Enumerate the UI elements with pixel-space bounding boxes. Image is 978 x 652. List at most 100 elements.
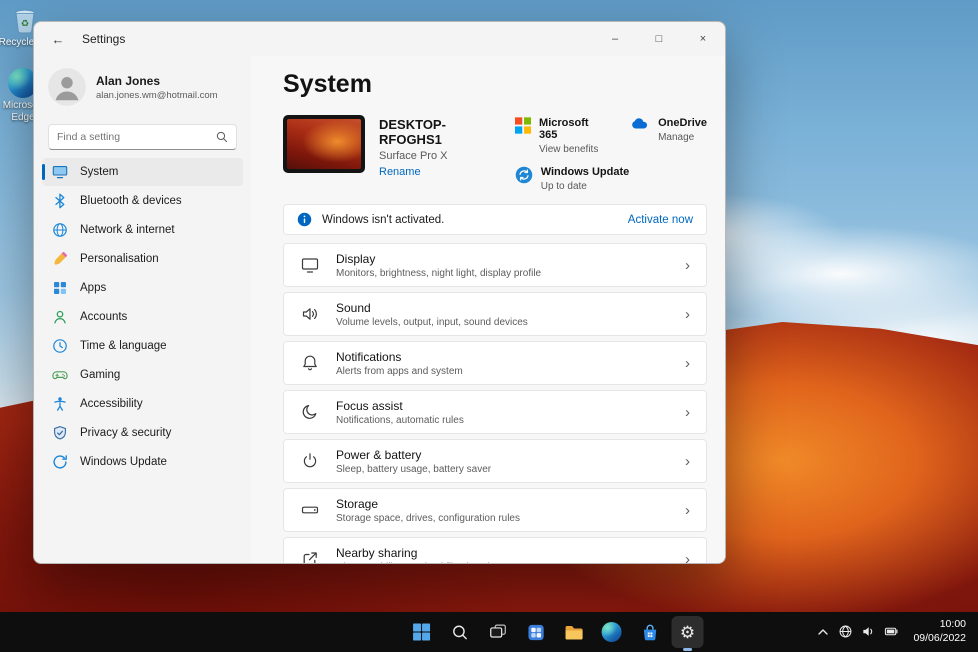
person-icon — [52, 309, 68, 325]
settings-row-display[interactable]: Display Monitors, brightness, night light… — [283, 243, 707, 287]
card-subtitle: Up to date — [540, 181, 587, 192]
task-view-button[interactable] — [482, 616, 514, 648]
row-title: Nearby sharing — [336, 545, 418, 560]
sidebar-item-label: Bluetooth & devices — [80, 195, 182, 207]
battery-icon[interactable] — [884, 624, 900, 640]
activate-now-link[interactable]: Activate now — [628, 214, 693, 226]
row-title: Sound — [336, 300, 371, 315]
search-button[interactable] — [444, 616, 476, 648]
microsoft-365-card[interactable]: Microsoft 365 View benefits — [514, 117, 607, 155]
taskbar: ⚙ 10:00 09/06/2022 — [0, 612, 978, 652]
clock-icon — [52, 338, 68, 354]
task-view-icon — [489, 623, 506, 638]
sidebar-item-privacy-security[interactable]: Privacy & security — [42, 419, 243, 447]
card-title: Microsoft 365 — [539, 117, 589, 141]
user-email: alan.jones.wm@hotmail.com — [96, 89, 218, 101]
sidebar-item-bluetooth-devices[interactable]: Bluetooth & devices — [42, 187, 243, 215]
row-subtitle: Discoverability, received files location — [336, 562, 501, 564]
main-content: System DESKTOP-RFOGHS1 Surface Pro X Ren… — [251, 56, 725, 563]
sidebar-item-label: Gaming — [80, 369, 121, 381]
sidebar-item-system[interactable]: System — [42, 158, 243, 186]
page-title: System — [283, 70, 372, 98]
settings-button[interactable]: ⚙ — [671, 616, 704, 648]
sidebar-item-time-language[interactable]: Time & language — [42, 332, 243, 360]
sidebar-item-label: Time & language — [80, 340, 167, 352]
start-button[interactable] — [406, 616, 438, 648]
user-profile[interactable]: Alan Jones alan.jones.wm@hotmail.com — [34, 58, 251, 118]
settings-row-focus-assist[interactable]: Focus assist Notifications, automatic rul… — [283, 390, 707, 434]
settings-window: ← Settings – □ × Alan Jones alan.jones.w… — [33, 21, 726, 564]
folder-icon — [565, 626, 583, 640]
settings-row-nearby-sharing[interactable]: Nearby sharing Discoverability, received … — [283, 537, 707, 564]
sidebar-item-label: Privacy & security — [80, 427, 172, 439]
sidebar-item-gaming[interactable]: Gaming — [42, 361, 243, 389]
card-title: Windows Update — [540, 166, 630, 178]
moon-icon — [300, 402, 320, 422]
svg-text:♻: ♻ — [21, 19, 29, 29]
store-bag-icon — [643, 624, 656, 640]
card-subtitle[interactable]: View benefits — [539, 144, 607, 155]
window-title: Settings — [82, 32, 126, 46]
device-name: DESKTOP-RFOGHS1 — [379, 117, 446, 147]
settings-row-sound[interactable]: Sound Volume levels, output, input, sound… — [283, 292, 707, 336]
clock-date: 09/06/2022 — [913, 632, 966, 644]
update-arrows-icon — [52, 454, 68, 470]
settings-row-notifications[interactable]: Notifications Alerts from apps and system… — [283, 341, 707, 385]
search-icon — [452, 625, 467, 639]
maximize-button[interactable]: □ — [637, 22, 681, 56]
row-subtitle: Alerts from apps and system — [336, 365, 463, 377]
sidebar-item-personalisation[interactable]: Personalisation — [42, 245, 243, 273]
sidebar-item-accessibility[interactable]: Accessibility — [42, 390, 243, 418]
row-subtitle: Monitors, brightness, night light, displ… — [336, 267, 542, 279]
system-tray: 10:00 09/06/2022 — [815, 612, 978, 652]
windows-update-icon — [515, 166, 532, 184]
search-icon — [216, 131, 228, 143]
hidden-icons-chevron[interactable] — [815, 624, 831, 640]
windows-update-card[interactable]: Windows Update Up to date — [515, 166, 707, 192]
search-box[interactable] — [48, 124, 237, 150]
settings-row-storage[interactable]: Storage Storage space, drives, configurat… — [283, 488, 707, 532]
sidebar-item-network-internet[interactable]: Network & internet — [42, 216, 243, 244]
activation-banner: Windows isn't activated. Activate now — [283, 204, 707, 235]
row-title: Focus assist — [336, 398, 403, 413]
row-subtitle: Notifications, automatic rules — [336, 414, 464, 426]
onedrive-card[interactable]: OneDrive Manage — [631, 117, 707, 155]
file-explorer-button[interactable] — [558, 616, 590, 648]
sidebar-item-label: Network & internet — [80, 224, 175, 236]
taskbar-clock[interactable]: 10:00 09/06/2022 — [913, 618, 966, 645]
paintbrush-icon — [52, 251, 68, 267]
windows-logo-icon — [413, 623, 431, 641]
volume-icon[interactable] — [861, 624, 877, 640]
network-icon[interactable] — [838, 624, 854, 640]
search-input[interactable] — [57, 131, 216, 143]
row-title: Display — [336, 251, 376, 266]
sidebar-item-accounts[interactable]: Accounts — [42, 303, 243, 331]
device-model: Surface Pro X — [379, 150, 448, 162]
widgets-button[interactable] — [520, 616, 552, 648]
power-icon — [300, 451, 320, 471]
system-icon — [52, 164, 68, 180]
banner-message: Windows isn't activated. — [322, 213, 445, 226]
rename-link[interactable]: Rename — [379, 166, 501, 178]
back-button[interactable]: ← — [44, 26, 72, 52]
quick-cards: Microsoft 365 View benefits OneDrive Man… — [514, 115, 707, 192]
chevron-right-icon: › — [685, 354, 690, 372]
sidebar-item-apps[interactable]: Apps — [42, 274, 243, 302]
share-icon — [300, 549, 320, 563]
sidebar-item-label: Accessibility — [80, 398, 143, 410]
store-button[interactable] — [634, 616, 666, 648]
chevron-right-icon: › — [685, 452, 690, 470]
sidebar-item-label: Apps — [80, 282, 107, 294]
edge-button[interactable] — [596, 616, 628, 648]
minimize-button[interactable]: – — [593, 22, 637, 56]
close-button[interactable]: × — [681, 22, 725, 56]
device-section: DESKTOP-RFOGHS1 Surface Pro X Rename Mic… — [283, 115, 707, 192]
device-thumbnail — [283, 115, 365, 173]
sidebar-item-windows-update[interactable]: Windows Update — [42, 448, 243, 476]
widgets-icon — [527, 624, 544, 640]
settings-row-power-battery[interactable]: Power & battery Sleep, battery usage, bat… — [283, 439, 707, 483]
user-name: Alan Jones — [96, 73, 161, 88]
card-subtitle[interactable]: Manage — [658, 132, 707, 143]
game-controller-icon — [52, 367, 68, 383]
globe-icon — [52, 222, 68, 238]
